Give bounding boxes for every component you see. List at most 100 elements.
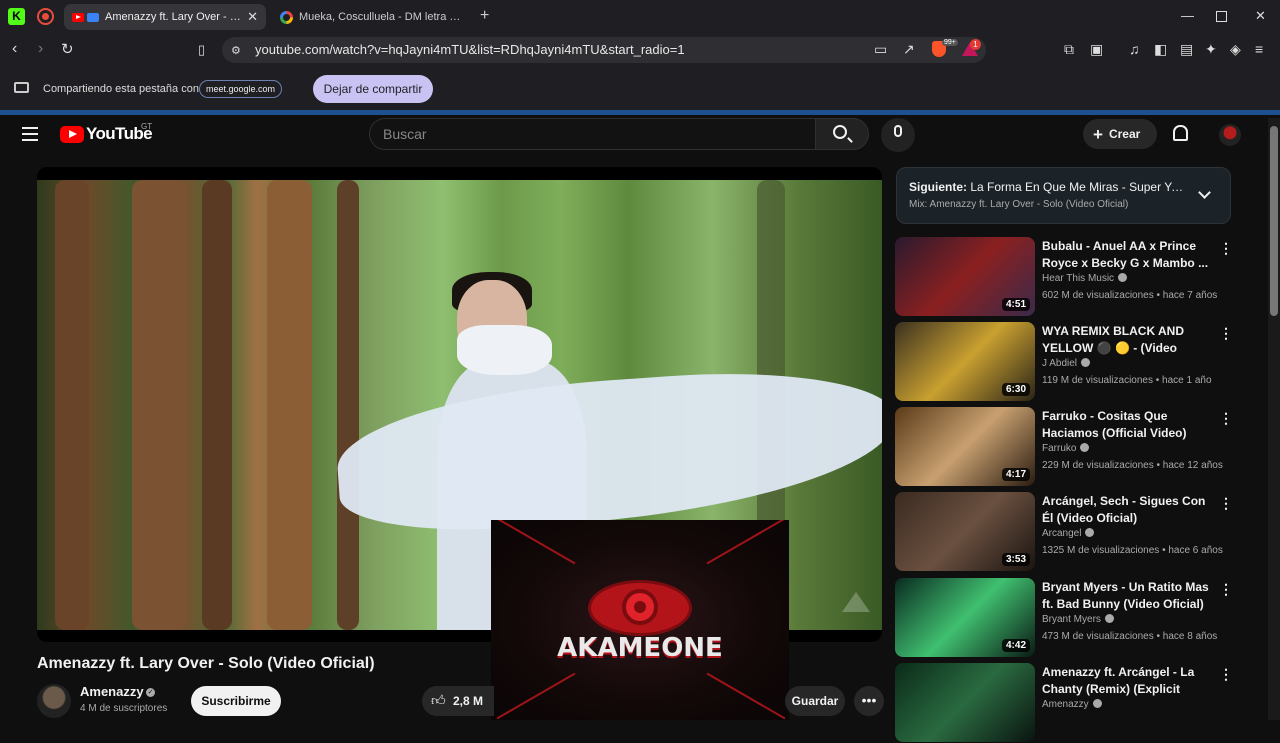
menu-icon[interactable]: ≡ xyxy=(1255,41,1263,57)
recommendation-title[interactable]: Bubalu - Anuel AA x Prince Royce x Becky… xyxy=(1042,238,1212,272)
screen-share-icon xyxy=(14,82,29,93)
screenshot-icon[interactable]: ▣ xyxy=(1090,41,1103,58)
up-next-video-title: La Forma En Que Me Miras - Super Yei x .… xyxy=(970,180,1189,194)
overlay-brand-text: AKAMEONE xyxy=(557,633,723,663)
recommendation-channel[interactable]: J Abdiel xyxy=(1042,358,1091,369)
bookmark-icon[interactable]: ▯ xyxy=(198,42,205,58)
more-actions-icon[interactable]: ••• xyxy=(854,686,884,716)
site-info-icon[interactable]: ⚙ xyxy=(231,44,241,57)
dancer-veil xyxy=(457,325,552,375)
channel-name[interactable]: Amenazzy xyxy=(80,684,144,699)
tab-youtube[interactable]: Amenazzy ft. Lary Over - Solo (Video Ofi… xyxy=(64,4,266,30)
recommendation-title[interactable]: Arcángel, Sech - Sigues Con Él (Video Of… xyxy=(1042,493,1212,527)
video-watermark-icon xyxy=(842,592,870,612)
video-title: Amenazzy ft. Lary Over - Solo (Video Ofi… xyxy=(37,655,375,672)
microphone-icon[interactable] xyxy=(894,125,902,137)
create-button[interactable]: + Crear xyxy=(1083,119,1157,149)
more-options-icon[interactable]: ⋮ xyxy=(1219,495,1233,512)
more-options-icon[interactable]: ⋮ xyxy=(1219,666,1233,683)
search-icon[interactable] xyxy=(833,125,847,139)
new-tab-icon[interactable]: + xyxy=(480,7,489,25)
cast-icon[interactable]: ▭ xyxy=(874,41,887,58)
share-icon[interactable]: ↗ xyxy=(903,41,915,58)
channel-label: Arcangel xyxy=(1042,528,1082,539)
recommendation-item[interactable]: Amenazzy ft. Arcángel - La Chanty (Remix… xyxy=(895,663,1235,743)
recommendation-channel[interactable]: Hear This Music xyxy=(1042,273,1128,284)
video-thumbnail[interactable]: 6:30 xyxy=(895,322,1035,401)
more-options-icon[interactable]: ⋮ xyxy=(1219,325,1233,342)
scrollbar-thumb[interactable] xyxy=(1270,126,1278,316)
youtube-favicon-icon xyxy=(72,12,84,22)
youtube-logo-icon[interactable] xyxy=(60,126,84,143)
channel-avatar[interactable] xyxy=(37,684,71,718)
sharing-indicator-icon xyxy=(87,12,99,22)
media-icon[interactable]: ♫ xyxy=(1129,41,1140,57)
thumbs-up-icon[interactable]: 👍︎ xyxy=(431,692,446,709)
back-icon[interactable]: ‹ xyxy=(12,40,17,58)
sharing-text: Compartiendo esta pestaña con xyxy=(43,83,199,95)
channel-label: Bryant Myers xyxy=(1042,614,1101,625)
verified-check-icon xyxy=(1085,528,1095,537)
url-text[interactable]: youtube.com/watch?v=hqJayni4mTU&list=RDh… xyxy=(255,42,685,57)
recommendation-title[interactable]: Amenazzy ft. Arcángel - La Chanty (Remix… xyxy=(1042,664,1212,698)
more-options-icon[interactable]: ⋮ xyxy=(1219,410,1233,427)
close-window-icon[interactable]: ✕ xyxy=(1255,8,1266,24)
video-thumbnail[interactable] xyxy=(895,663,1035,742)
search-input[interactable]: Buscar xyxy=(369,118,816,150)
up-next-card[interactable] xyxy=(896,167,1231,224)
recommendation-title[interactable]: Bryant Myers - Un Ratito Mas ft. Bad Bun… xyxy=(1042,579,1212,613)
hamburger-menu-icon[interactable] xyxy=(22,127,38,145)
video-thumbnail[interactable]: 3:53 xyxy=(895,492,1035,571)
notifications-bell-icon[interactable] xyxy=(1173,125,1188,141)
sharing-domain-chip[interactable]: meet.google.com xyxy=(199,80,283,98)
stop-sharing-button[interactable]: Dejar de compartir xyxy=(313,75,433,103)
sidebar-icon[interactable]: ◧ xyxy=(1154,41,1167,58)
tab-title: Amenazzy ft. Lary Over - Solo (Video Ofi… xyxy=(105,11,247,23)
record-extension-icon[interactable] xyxy=(37,8,54,25)
channel-label: Hear This Music xyxy=(1042,273,1115,284)
verified-check-icon: ✓ xyxy=(146,688,155,697)
subscriber-count: 4 M de suscriptores xyxy=(80,703,168,714)
more-options-icon[interactable]: ⋮ xyxy=(1219,581,1233,598)
close-tab-icon[interactable]: ✕ xyxy=(247,9,258,25)
brave-badge: 99+ xyxy=(942,39,958,46)
channel-label: Farruko xyxy=(1042,443,1077,454)
vpn-icon[interactable]: ◈ xyxy=(1230,41,1241,58)
leo-ai-icon[interactable]: ✦ xyxy=(1205,41,1217,58)
video-thumbnail[interactable]: 4:51 xyxy=(895,237,1035,316)
recommendation-title[interactable]: WYA REMIX BLACK AND YELLOW ⚫ 🟡 - (Video … xyxy=(1042,323,1212,357)
recommendation-item[interactable]: 4:42 Bryant Myers - Un Ratito Mas ft. Ba… xyxy=(895,578,1235,658)
recommendation-meta: 602 M de visualizaciones • hace 7 años xyxy=(1042,290,1218,301)
user-avatar[interactable] xyxy=(1219,124,1241,146)
subscribe-button[interactable]: Suscribirme xyxy=(191,686,281,716)
rewards-badge: 1 xyxy=(970,39,981,50)
wallet-icon[interactable]: ▤ xyxy=(1180,41,1193,58)
recommendation-channel[interactable]: Arcangel xyxy=(1042,528,1095,539)
video-duration: 4:42 xyxy=(1001,639,1030,652)
video-thumbnail[interactable]: 4:42 xyxy=(895,578,1035,657)
reload-icon[interactable]: ↻ xyxy=(61,40,74,58)
more-options-icon[interactable]: ⋮ xyxy=(1219,240,1233,257)
minimize-icon[interactable]: — xyxy=(1181,8,1194,23)
video-thumbnail[interactable]: 4:17 xyxy=(895,407,1035,486)
channel-label: J Abdiel xyxy=(1042,358,1078,369)
plus-icon: + xyxy=(1093,125,1103,144)
maximize-icon[interactable] xyxy=(1216,11,1227,22)
recommendation-title[interactable]: Farruko - Cositas Que Haciamos (Official… xyxy=(1042,408,1212,442)
save-button[interactable]: Guardar xyxy=(785,686,845,716)
forward-icon[interactable]: › xyxy=(38,40,43,58)
recommendation-item[interactable]: 6:30 WYA REMIX BLACK AND YELLOW ⚫ 🟡 - (V… xyxy=(895,322,1235,402)
recommendation-item[interactable]: 3:53 Arcángel, Sech - Sigues Con Él (Vid… xyxy=(895,492,1235,572)
channel-label: Amenazzy xyxy=(1042,699,1089,710)
recommendation-channel[interactable]: Farruko xyxy=(1042,443,1090,454)
up-next-title[interactable]: Siguiente: La Forma En Que Me Miras - Su… xyxy=(909,180,1189,194)
kick-extension-icon[interactable]: K xyxy=(8,8,25,25)
recommendation-channel[interactable]: Amenazzy xyxy=(1042,699,1102,710)
tab-google-search[interactable]: Mueka, Cosculluela - DM letra - Buscar c… xyxy=(272,4,470,30)
extensions-icon[interactable]: ⧉ xyxy=(1064,41,1074,58)
video-duration: 4:51 xyxy=(1001,298,1030,311)
tree-trunk xyxy=(132,180,187,630)
recommendation-channel[interactable]: Bryant Myers xyxy=(1042,614,1114,625)
recommendation-item[interactable]: 4:17 Farruko - Cositas Que Haciamos (Off… xyxy=(895,407,1235,487)
recommendation-item[interactable]: 4:51 Bubalu - Anuel AA x Prince Royce x … xyxy=(895,237,1235,317)
